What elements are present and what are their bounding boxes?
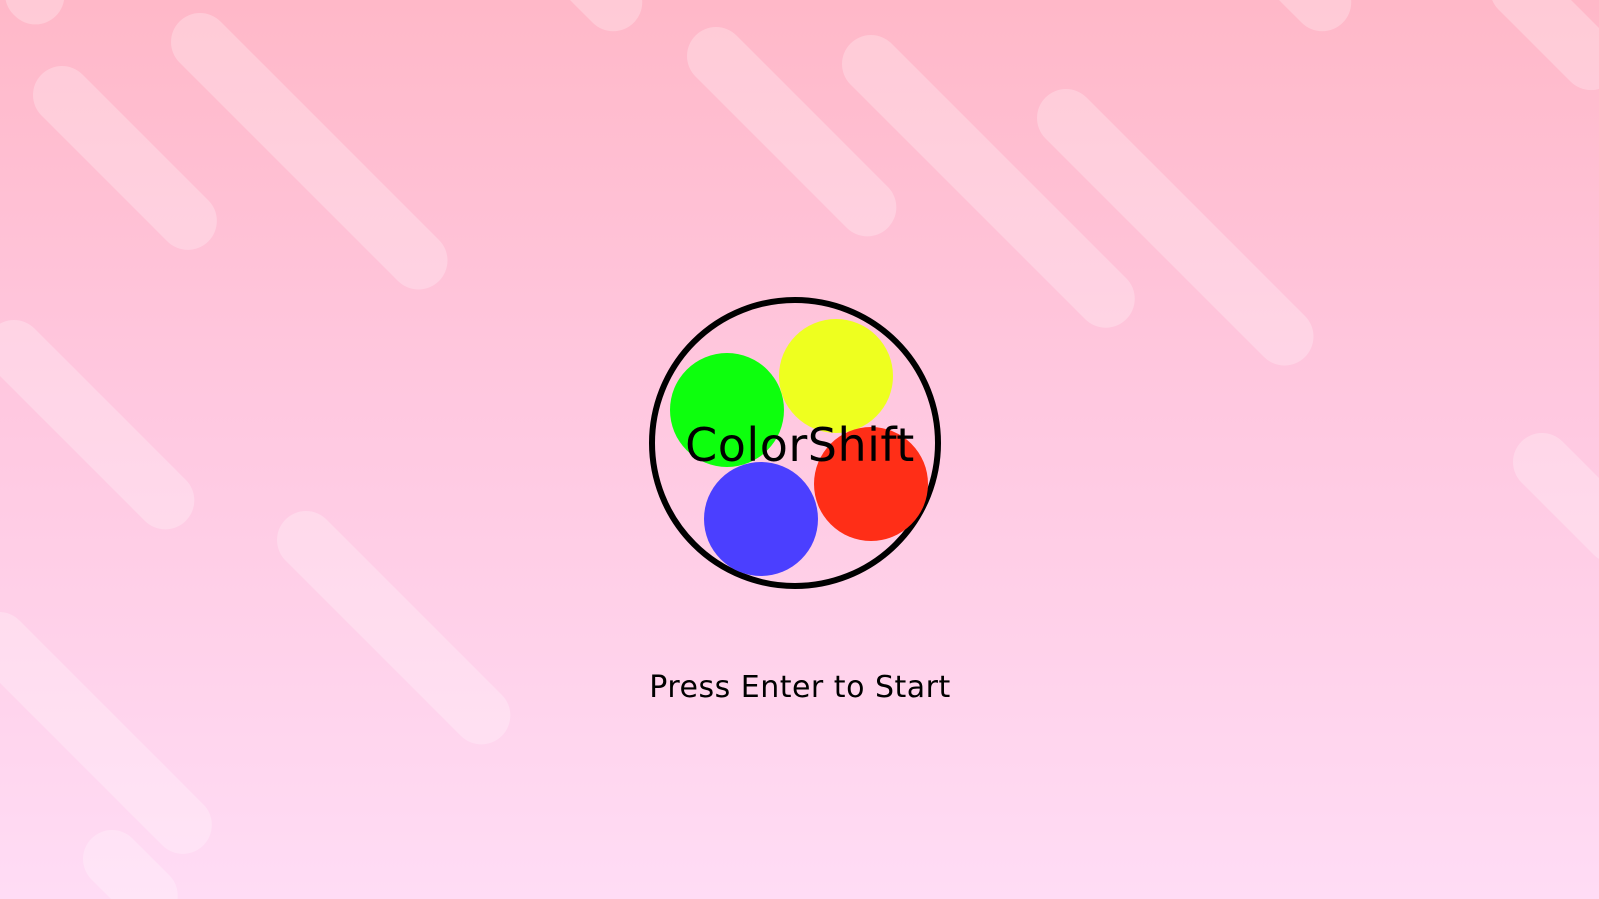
background-stripe	[0, 599, 224, 866]
background-stripe	[0, 307, 207, 542]
background-stripe	[20, 53, 229, 262]
background-stripe	[264, 498, 523, 757]
game-title: ColorShift	[685, 418, 915, 472]
background-stripe	[0, 0, 77, 37]
title-screen[interactable]: ColorShift Press Enter to Start	[0, 0, 1599, 899]
background-stripe	[538, 0, 655, 44]
blue-ball	[704, 462, 818, 576]
background-stripe	[1247, 0, 1364, 44]
background-stripe	[1477, 0, 1599, 103]
yellow-ball	[779, 319, 893, 433]
background-stripe	[158, 0, 460, 302]
start-prompt: Press Enter to Start	[649, 670, 951, 705]
background-stripe	[1500, 420, 1599, 576]
